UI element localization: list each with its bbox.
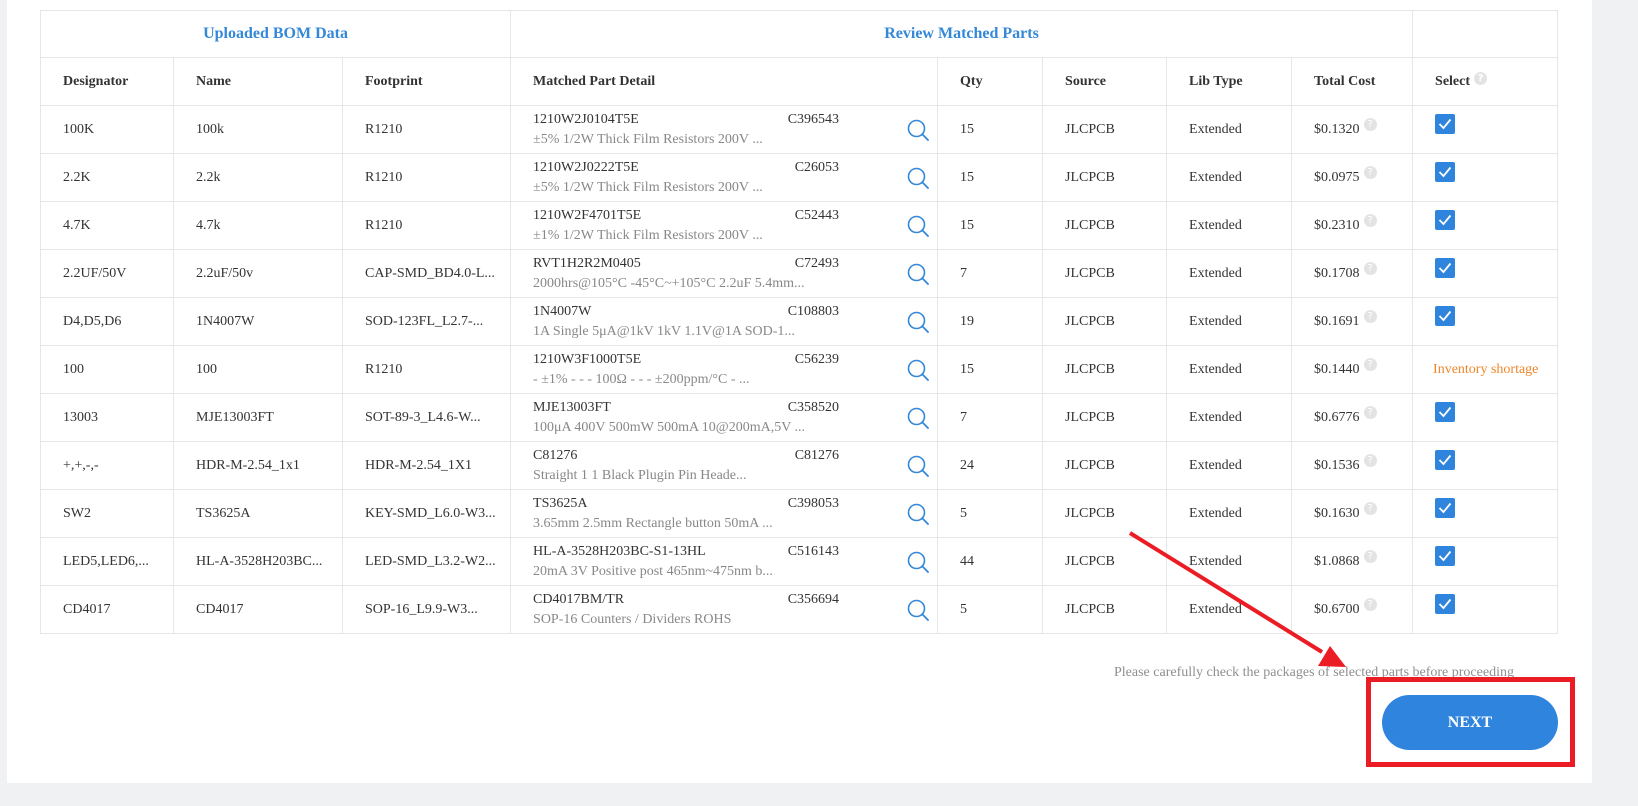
- annotation-arrow-line: [1128, 531, 1324, 654]
- annotation-arrow: [1128, 531, 1346, 667]
- annotation-arrow-head: [1318, 646, 1346, 667]
